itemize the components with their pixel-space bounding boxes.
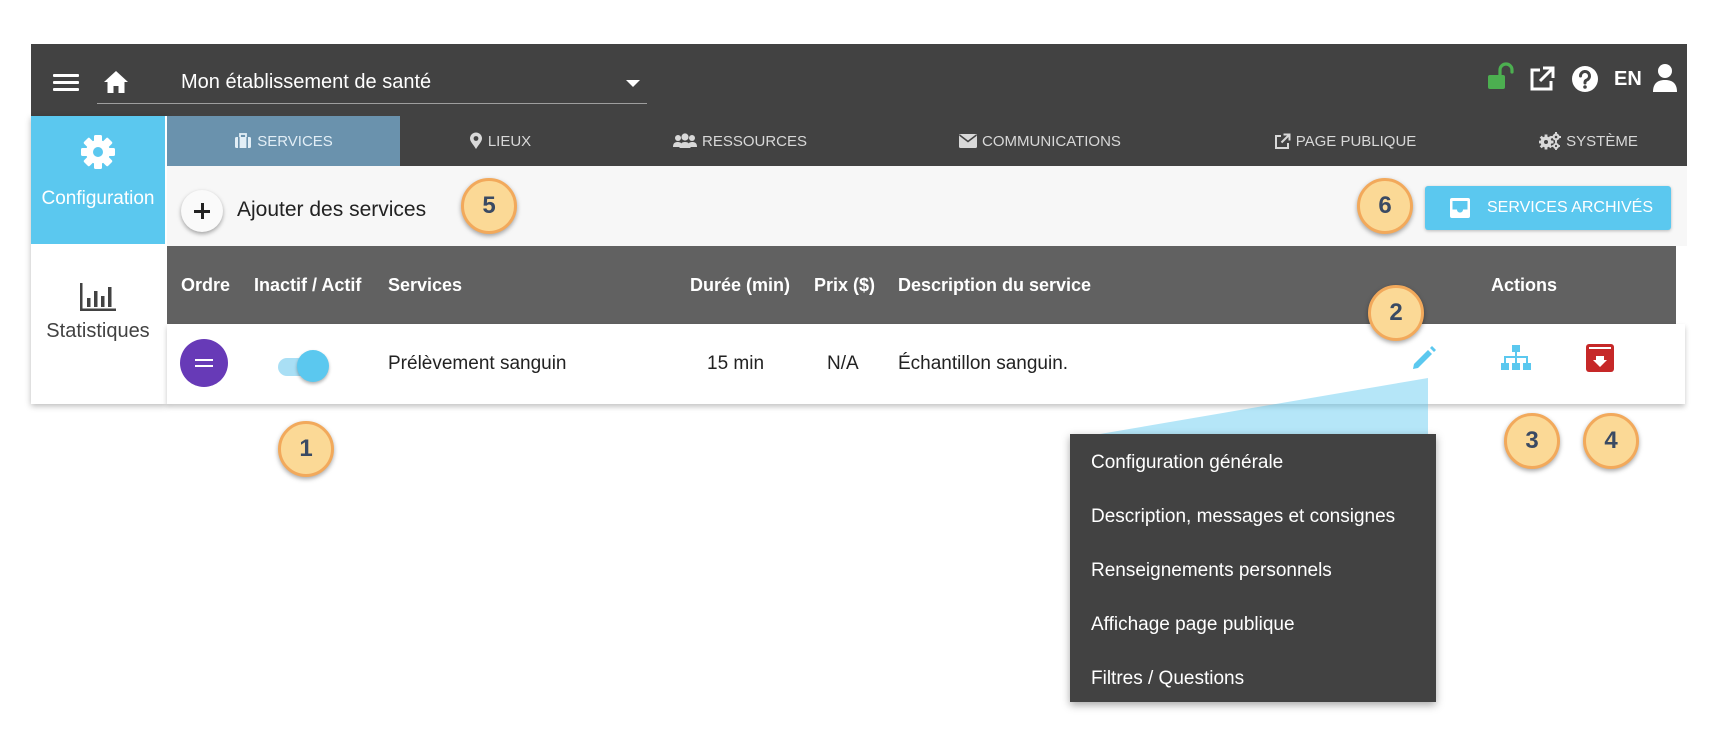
menu-icon[interactable] [53, 74, 79, 92]
tab-label: SYSTÈME [1566, 132, 1638, 150]
pencil-icon[interactable] [1410, 344, 1438, 372]
archived-services-label: SERVICES ARCHIVÉS [1487, 199, 1653, 216]
menu-item-filters[interactable]: Filtres / Questions [1070, 652, 1436, 706]
edit-dropdown-menu: Configuration générale Description, mess… [1070, 434, 1436, 702]
callout-badge: 3 [1504, 413, 1560, 469]
help-icon[interactable] [1571, 65, 1599, 93]
archive-icon[interactable] [1585, 343, 1615, 373]
service-duration: 15 min [707, 353, 765, 374]
service-description: Échantillon sanguin. [898, 353, 1069, 374]
briefcase-icon [235, 133, 252, 148]
column-header-active[interactable]: Inactif / Actif [254, 246, 361, 324]
toggle-knob [297, 350, 329, 382]
add-service-label[interactable]: Ajouter des services [237, 198, 426, 222]
active-toggle[interactable] [275, 350, 329, 382]
gear-icon [81, 135, 115, 169]
tab-services[interactable]: SERVICES [167, 116, 400, 166]
tab-label: LIEUX [487, 132, 532, 150]
column-header-description[interactable]: Description du service [898, 246, 1091, 324]
tab-ressources[interactable]: RESSOURCES [600, 116, 880, 166]
column-header-service[interactable]: Services [388, 246, 462, 324]
service-name: Prélèvement sanguin [388, 353, 567, 374]
organization-name: Mon établissement de santé [181, 71, 432, 93]
tab-systeme[interactable]: SYSTÈME [1490, 116, 1687, 166]
service-price: N/A [827, 353, 859, 374]
tab-label: COMMUNICATIONS [982, 132, 1121, 150]
archived-services-button[interactable]: SERVICES ARCHIVÉS [1425, 186, 1671, 230]
column-header-price[interactable]: Prix ($) [814, 246, 875, 324]
column-header-duration[interactable]: Durée (min) [690, 246, 790, 324]
lock-open-icon[interactable] [1485, 62, 1515, 92]
tab-page-publique[interactable]: PAGE PUBLIQUE [1200, 116, 1490, 166]
tab-bar: SERVICES LIEUX RESSOURCES COMMUNICATIONS [167, 116, 1687, 166]
sidebar-item-configuration[interactable]: Configuration [31, 116, 165, 244]
users-icon [672, 133, 697, 148]
sidebar-item-label: Configuration [41, 188, 155, 209]
menu-item-general-config[interactable]: Configuration générale [1070, 436, 1436, 490]
callout-badge: 5 [461, 178, 517, 234]
side-navigation: Configuration Statistiques [31, 116, 167, 404]
envelope-icon [959, 134, 978, 148]
column-header-order[interactable]: Ordre [181, 246, 230, 324]
table-header: Ordre Inactif / Actif Services Durée (mi… [167, 246, 1676, 324]
callout-badge: 6 [1357, 178, 1413, 234]
tab-label: SERVICES [257, 132, 333, 150]
bar-chart-icon [80, 283, 116, 311]
table-row: Prélèvement sanguin 15 min N/A Échantill… [167, 324, 1685, 404]
organization-select[interactable]: Mon établissement de santé [97, 60, 647, 104]
menu-item-messages[interactable]: Description, messages et consignes [1070, 490, 1436, 544]
callout-badge: 4 [1583, 413, 1639, 469]
language-switch[interactable]: EN [1614, 68, 1642, 91]
inbox-icon [1450, 198, 1470, 218]
external-link-icon[interactable] [1528, 65, 1556, 93]
callout-badge: 2 [1368, 285, 1424, 341]
services-toolbar: Ajouter des services SERVICES ARCHIVÉS [167, 166, 1687, 246]
menu-item-public-page[interactable]: Affichage page publique [1070, 598, 1436, 652]
column-header-actions: Actions [1491, 275, 1558, 295]
tab-label: PAGE PUBLIQUE [1295, 132, 1417, 150]
callout-badge: 1 [278, 421, 334, 477]
top-app-bar: Mon établissement de santé EN [31, 44, 1687, 116]
drag-handle-button[interactable] [180, 339, 228, 387]
add-service-button[interactable] [181, 190, 223, 232]
user-icon[interactable] [1652, 63, 1678, 93]
tab-lieux[interactable]: LIEUX [400, 116, 600, 166]
gears-icon [1539, 132, 1562, 150]
tab-communications[interactable]: COMMUNICATIONS [880, 116, 1200, 166]
map-marker-icon [469, 132, 482, 149]
chevron-down-icon [626, 80, 640, 87]
menu-item-personal-info[interactable]: Renseignements personnels [1070, 544, 1436, 598]
sidebar-item-statistiques[interactable]: Statistiques [31, 244, 165, 404]
sitemap-icon[interactable] [1500, 344, 1532, 372]
external-link-icon [1274, 133, 1291, 149]
sidebar-item-label: Statistiques [46, 320, 150, 342]
tab-label: RESSOURCES [701, 132, 808, 150]
